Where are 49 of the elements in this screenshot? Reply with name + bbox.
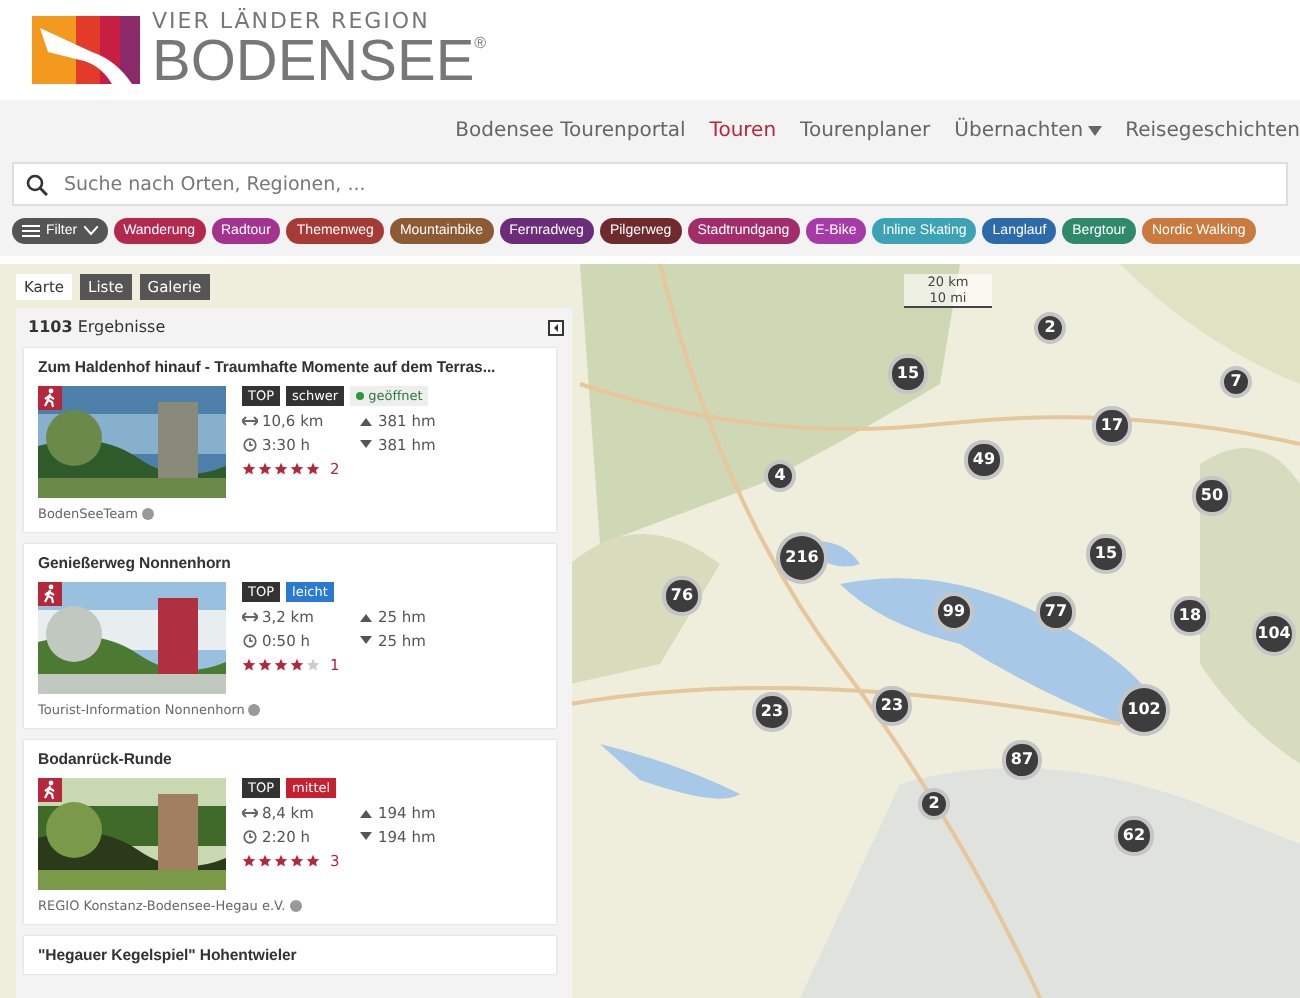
- logo-tagline: VIER LÄNDER REGION: [152, 10, 432, 34]
- status-dot: [356, 392, 365, 400]
- search-field[interactable]: Suche nach Orten, Regionen, ...: [12, 162, 1288, 206]
- search-input[interactable]: Suche nach Orten, Regionen, ...: [60, 171, 1274, 197]
- cluster-marker[interactable]: 7: [1219, 365, 1253, 399]
- cluster-marker[interactable]: 50: [1192, 476, 1232, 516]
- results-count: 1103 Ergebnisse: [28, 318, 166, 336]
- cluster-marker[interactable]: 23: [872, 686, 912, 726]
- collapse-icon[interactable]: [548, 319, 564, 335]
- hiker-icon: [38, 582, 62, 606]
- sliders-icon: [22, 224, 40, 238]
- cluster-marker[interactable]: 2: [1033, 311, 1067, 345]
- cluster-marker[interactable]: 77: [1036, 592, 1076, 632]
- hiker-icon: [38, 778, 62, 802]
- registered-mark: ®: [474, 34, 487, 54]
- caret-icon: [83, 226, 98, 236]
- descent-icon: [358, 438, 374, 452]
- cluster-marker[interactable]: 216: [775, 531, 829, 585]
- cluster-marker[interactable]: 18: [1170, 596, 1210, 636]
- info-icon: [289, 900, 302, 912]
- clock-icon: [242, 634, 258, 648]
- nav-link[interactable]: Touren: [709, 119, 777, 141]
- clock-icon: [242, 830, 258, 844]
- descent-icon: [358, 634, 374, 648]
- cluster-marker[interactable]: 102: [1117, 683, 1171, 737]
- cluster-marker[interactable]: 23: [752, 692, 792, 732]
- logo-wordmark: BODENSEE: [152, 34, 475, 90]
- nav-link[interactable]: Bodensee Tourenportal: [455, 119, 686, 141]
- cluster-marker[interactable]: 15: [1086, 534, 1126, 574]
- lake: [600, 744, 740, 799]
- cluster-marker[interactable]: 17: [1092, 406, 1132, 446]
- search-icon: [26, 173, 48, 195]
- descent-icon: [358, 830, 374, 844]
- logo-icon[interactable]: [32, 16, 140, 84]
- hiker-icon: [38, 386, 62, 410]
- ascent-icon: [358, 806, 374, 820]
- distance-icon: [242, 610, 258, 624]
- distance-icon: [242, 806, 258, 820]
- cluster-marker[interactable]: 49: [964, 440, 1004, 480]
- clock-icon: [242, 438, 258, 452]
- ascent-icon: [358, 414, 374, 428]
- nav-link[interactable]: Reisegeschichten: [1125, 119, 1300, 141]
- ascent-icon: [358, 610, 374, 624]
- distance-icon: [242, 414, 258, 428]
- info-icon: [248, 704, 261, 716]
- nav-link[interactable]: Übernachten: [954, 119, 1102, 141]
- info-icon: [142, 508, 154, 520]
- cluster-marker[interactable]: 87: [1002, 740, 1042, 780]
- nav-link[interactable]: Tourenplaner: [800, 119, 931, 141]
